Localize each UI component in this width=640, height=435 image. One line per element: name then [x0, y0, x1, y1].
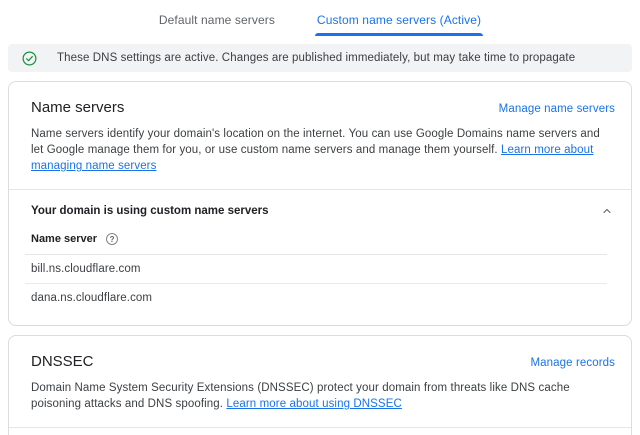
dnssec-card: DNSSEC Manage records Domain Name System… — [8, 335, 632, 435]
check-circle-icon — [22, 51, 37, 65]
name-server-table-header: Name server ? — [25, 229, 607, 255]
manage-records-link[interactable]: Manage records — [531, 357, 616, 369]
table-row: dana.ns.cloudflare.com — [31, 292, 153, 304]
tab-custom-name-servers[interactable]: Custom name servers (Active) — [314, 7, 484, 36]
content-area: These DNS settings are active. Changes a… — [0, 42, 640, 435]
chevron-up-icon — [603, 208, 611, 214]
tab-default-name-servers[interactable]: Default name servers — [157, 7, 277, 36]
collapse-section-button[interactable] — [599, 203, 615, 219]
name-servers-card-header: Name servers Manage name servers — [9, 82, 631, 116]
name-server-tabs: Default name servers Custom name servers… — [0, 0, 640, 42]
learn-more-dnssec-link[interactable]: Learn more about using DNSSEC — [226, 398, 402, 410]
manage-name-servers-link[interactable]: Manage name servers — [499, 103, 615, 115]
dnssec-card-header: DNSSEC Manage records — [9, 336, 631, 370]
name-servers-description: Name servers identify your domain's loca… — [9, 116, 631, 189]
banner-message: These DNS settings are active. Changes a… — [57, 52, 576, 64]
table-row: bill.ns.cloudflare.com — [25, 255, 607, 284]
help-icon[interactable]: ? — [106, 233, 119, 245]
dns-settings-page: Default name servers Custom name servers… — [0, 0, 640, 435]
custom-name-servers-section-title: Your domain is using custom name servers — [31, 205, 269, 217]
dnssec-description: Domain Name System Security Extensions (… — [9, 370, 631, 427]
dns-active-banner: These DNS settings are active. Changes a… — [8, 44, 632, 72]
name-server-table: Name server ? bill.ns.cloudflare.com dan… — [25, 229, 607, 312]
name-server-column-header: Name server — [31, 233, 98, 245]
name-servers-title: Name servers — [31, 99, 125, 116]
dnssec-empty-state: No DNSSEC records have been set up — [9, 428, 631, 435]
dnssec-title: DNSSEC — [31, 353, 94, 370]
custom-name-servers-section: Your domain is using custom name servers — [9, 190, 631, 229]
name-servers-card: Name servers Manage name servers Name se… — [8, 81, 632, 326]
